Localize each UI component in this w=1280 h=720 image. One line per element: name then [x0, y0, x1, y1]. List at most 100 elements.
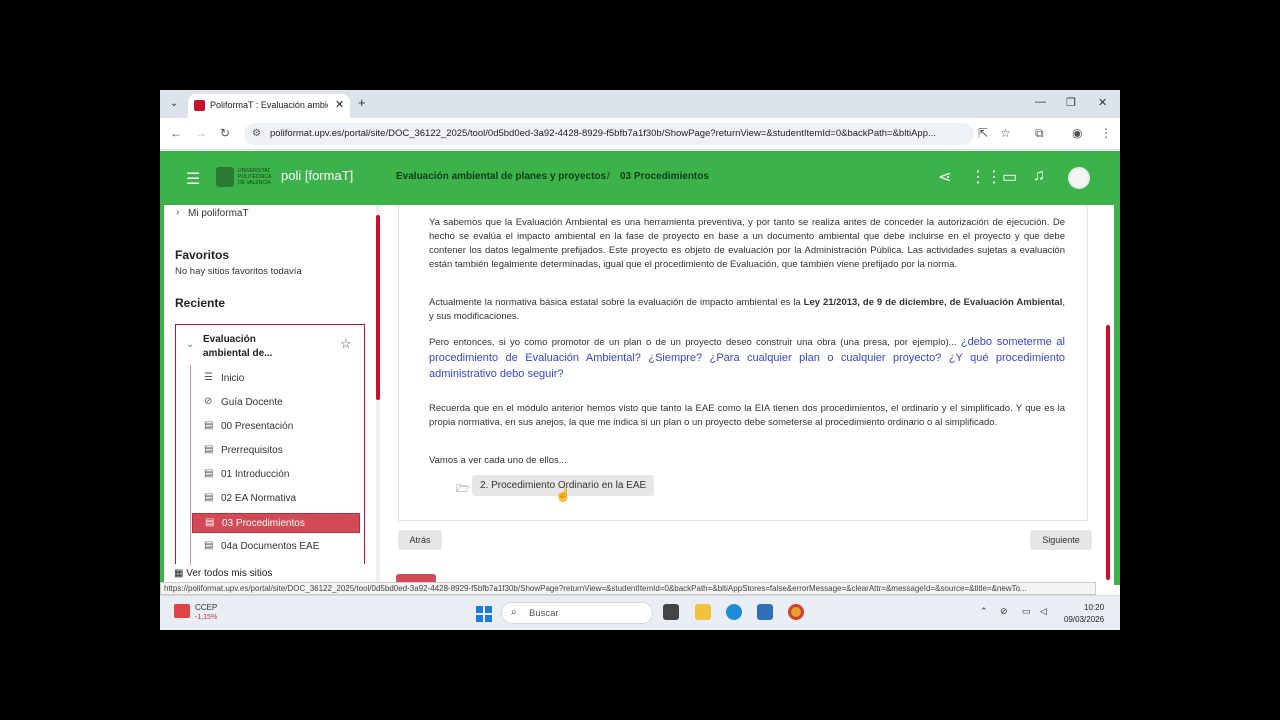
- list-icon: ☰: [204, 372, 213, 383]
- tray-chevron-icon[interactable]: ⌃: [980, 606, 988, 617]
- promotor-text: Pero entonces, si yo como promotor de un…: [429, 337, 961, 348]
- compass-icon: ⊘: [204, 396, 213, 407]
- sidebar-item-label: 02 EA Normativa: [221, 493, 297, 504]
- folder-open-icon: 🗁: [456, 483, 470, 495]
- all-sites-label: Ver todos mis sitios: [186, 568, 273, 579]
- forward-arrow-icon[interactable]: →: [195, 126, 207, 140]
- clock-date[interactable]: 09/03/2026: [1064, 615, 1104, 624]
- new-tab-plus-icon[interactable]: +: [358, 95, 366, 110]
- install-app-icon[interactable]: ⇱: [978, 126, 988, 140]
- sidebar-item-ea-normativa[interactable]: ▤ 02 EA Normativa: [192, 489, 360, 509]
- favorites-empty-text: No hay sitios favoritos todavía: [175, 266, 302, 277]
- restore-icon[interactable]: ❐: [1066, 96, 1076, 109]
- site-favicon-icon: [194, 100, 205, 111]
- calendar-icon[interactable]: ▭: [1002, 167, 1017, 187]
- content-scrollbar[interactable]: [1106, 325, 1110, 580]
- sidebar-item-inicio[interactable]: ☰ Inicio: [192, 369, 360, 389]
- taskbar-search-box[interactable]: ⌕ Buscar: [501, 602, 653, 624]
- all-sites-link[interactable]: ▦ Ver todos mis sitios: [174, 568, 272, 579]
- tab-close-icon[interactable]: ✕: [335, 98, 344, 111]
- sidebar-item-guia-docente[interactable]: ⊘ Guía Docente: [192, 393, 360, 413]
- chevron-right-icon[interactable]: ›: [176, 207, 179, 218]
- display-icon[interactable]: ▭: [1022, 606, 1031, 617]
- screen: ⌄ PoliformaT : Evaluación ambiental ✕ + …: [160, 90, 1120, 630]
- sidebar-item-procedimientos[interactable]: ▤ 03 Procedimientos: [192, 513, 360, 533]
- file-explorer-icon[interactable]: [695, 604, 711, 620]
- sidebar-item-label: Prerrequisitos: [221, 445, 283, 456]
- notifications-bell-icon[interactable]: ♫: [1033, 167, 1045, 185]
- edge-browser-icon[interactable]: [726, 604, 742, 620]
- taskbar: CCEP -1,15% ⌕ Buscar ⌃ ⊘ ▭ ◁ 10:20 09/03…: [160, 595, 1120, 630]
- hamburger-menu-icon[interactable]: ☰: [186, 169, 200, 189]
- network-off-icon[interactable]: ⊘: [1000, 606, 1008, 617]
- stock-ticker-name: CCEP: [195, 603, 218, 612]
- app-header: ☰ UNIVERSITAT POLITÈCNICA DE VALÈNCIA po…: [160, 151, 1120, 205]
- link-status-bar: https://poliformat.upv.es/portal/site/DO…: [160, 582, 1096, 595]
- volume-icon[interactable]: ◁: [1040, 606, 1047, 617]
- poliformat-logo[interactable]: poli [formaT]: [281, 168, 353, 183]
- clock-time[interactable]: 10:20: [1084, 603, 1104, 612]
- page-icon: ▤: [204, 420, 214, 431]
- share-icon[interactable]: ⋖: [938, 167, 951, 187]
- paragraph-promotor: Pero entonces, si yo como promotor de un…: [429, 334, 1065, 382]
- university-logo-text: UNIVERSITAT POLITÈCNICA DE VALÈNCIA: [238, 168, 272, 186]
- sidebar-item-prerrequisitos[interactable]: ▤ Prerrequisitos: [192, 441, 360, 461]
- paragraph-intro: Ya sabemos que la Evaluación Ambiental e…: [429, 217, 1065, 270]
- tab-search-chevron-icon[interactable]: ⌄: [166, 96, 182, 112]
- recent-site-panel: ⌄ Evaluación ambiental de... ☆ ☰ Inicio …: [175, 324, 365, 565]
- sidebar-item-presentacion[interactable]: ▤ 00 Presentación: [192, 417, 360, 437]
- url-text: poliformat.upv.es/portal/site/DOC_36122_…: [270, 128, 936, 139]
- browser-menu-icon[interactable]: ⋮: [1100, 126, 1112, 140]
- favorites-heading: Favoritos: [175, 248, 230, 262]
- extensions-icon[interactable]: ⧉: [1035, 126, 1044, 141]
- stock-ticker-change: -1,15%: [195, 614, 218, 621]
- chrome-browser-icon[interactable]: [788, 604, 804, 620]
- minimize-icon[interactable]: —: [1035, 96, 1046, 108]
- normativa-text: Actualmente la normativa básica estatal …: [429, 297, 804, 308]
- favorite-star-icon[interactable]: ☆: [340, 336, 352, 352]
- apps-grid-icon[interactable]: ⋮⋮: [970, 167, 1002, 187]
- sidebar-scrollbar[interactable]: [376, 205, 380, 585]
- store-icon[interactable]: [757, 604, 773, 620]
- browser-tab[interactable]: PoliformaT : Evaluación ambiental ✕: [188, 94, 350, 118]
- sidebar-item-label: Inicio: [221, 373, 245, 384]
- sidebar-scroll-thumb[interactable]: [376, 215, 380, 400]
- avatar[interactable]: [1068, 167, 1090, 189]
- next-button[interactable]: Siguiente: [1030, 530, 1092, 550]
- paragraph-normativa: Actualmente la normativa básica estatal …: [429, 296, 1065, 324]
- tree-line: [190, 365, 191, 565]
- sidebar-item-documentos-eae[interactable]: ▤ 04a Documentos EAE: [192, 537, 360, 557]
- chevron-down-icon[interactable]: ⌄: [186, 339, 194, 350]
- page-icon: ▤: [204, 540, 214, 551]
- paragraph-vamos: Vamos a ver cada uno de ellos...: [429, 455, 567, 466]
- sidebar: › Mi poliformaT Favoritos No hay sitios …: [164, 205, 376, 585]
- content-card: Ya sabemos que la Evaluación Ambiental e…: [398, 205, 1088, 521]
- page-icon: ▤: [205, 517, 215, 528]
- sidebar-item-label: 00 Presentación: [221, 421, 294, 432]
- window-close-icon[interactable]: ✕: [1098, 96, 1107, 109]
- address-bar[interactable]: ⚙ poliformat.upv.es/portal/site/DOC_3612…: [244, 123, 974, 145]
- search-icon: ⌕: [511, 607, 517, 618]
- back-arrow-icon[interactable]: ←: [170, 126, 182, 140]
- profile-icon[interactable]: ◉: [1072, 126, 1082, 140]
- page-icon: ▤: [204, 444, 214, 455]
- windows-start-icon[interactable]: [476, 606, 492, 622]
- bookmark-star-icon[interactable]: ☆: [1000, 126, 1011, 140]
- reload-icon[interactable]: ↻: [220, 126, 230, 140]
- sidebar-item-label: Guía Docente: [221, 397, 283, 408]
- green-frame-right: [1114, 205, 1120, 585]
- task-view-icon[interactable]: [663, 604, 679, 620]
- sidebar-item-introduccion[interactable]: ▤ 01 Introducción: [192, 465, 360, 485]
- sidebar-item-label: 04a Documentos EAE: [221, 541, 320, 552]
- back-button[interactable]: Atrás: [398, 530, 442, 550]
- breadcrumb-site[interactable]: Evaluación ambiental de planes y proyect…: [396, 171, 606, 182]
- paragraph-recuerda: Recuerda que en el módulo anterior hemos…: [429, 403, 1065, 428]
- search-placeholder: Buscar: [529, 608, 559, 619]
- breadcrumb-page: 03 Procedimientos: [620, 171, 709, 182]
- sidebar-item-mi-poliformat[interactable]: Mi poliformaT: [188, 208, 249, 219]
- site-info-icon[interactable]: ⚙: [252, 128, 261, 139]
- sidebar-item-label: 03 Procedimientos: [222, 518, 305, 529]
- stock-widget-icon[interactable]: [174, 604, 190, 618]
- browser-tab-strip: ⌄ PoliformaT : Evaluación ambiental ✕ + …: [160, 90, 1120, 118]
- recent-site-name[interactable]: Evaluación ambiental de...: [203, 333, 293, 361]
